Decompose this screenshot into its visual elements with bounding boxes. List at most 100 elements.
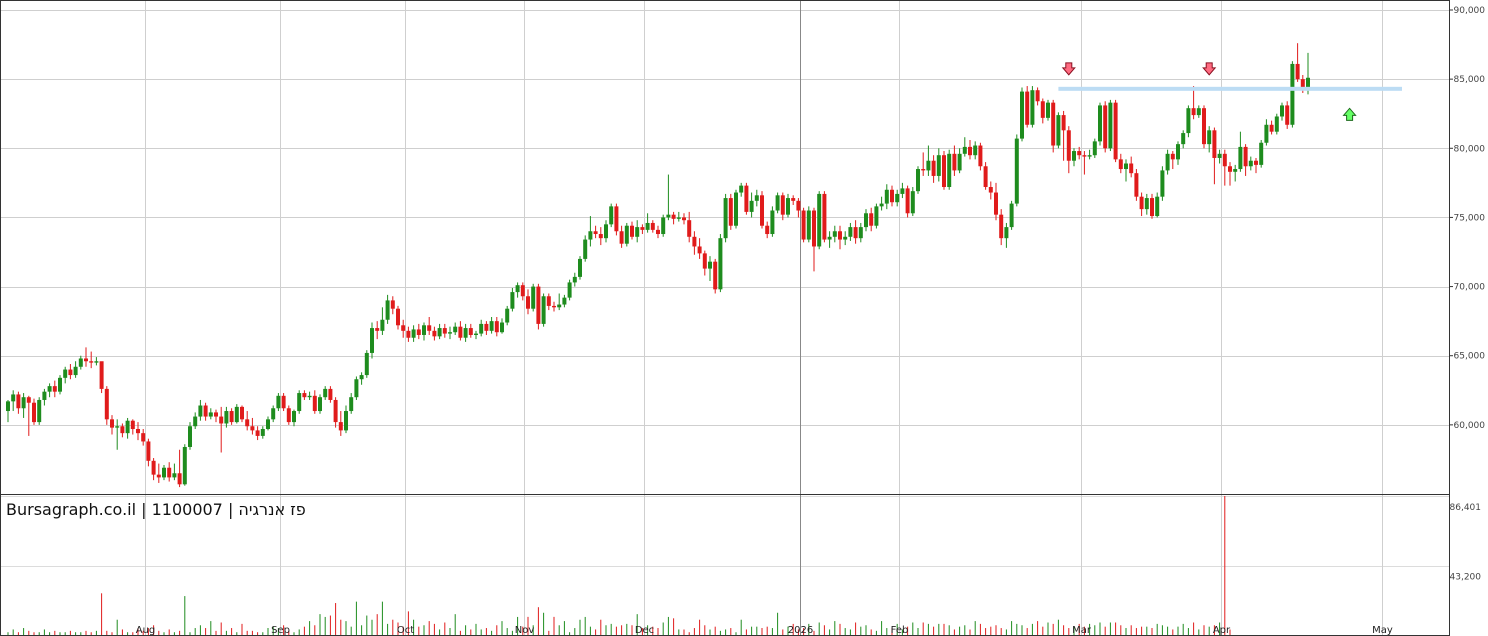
candle-body <box>11 394 16 402</box>
candle-body <box>526 296 530 309</box>
candle-body <box>255 430 260 436</box>
candle-body <box>411 329 416 338</box>
candle-body <box>99 361 104 389</box>
candle-body <box>1165 153 1170 171</box>
candle-body <box>500 322 504 333</box>
candle-body <box>162 467 166 478</box>
candle-body <box>999 214 1004 239</box>
candle-body <box>219 416 224 424</box>
month-label: 2026 <box>788 625 813 636</box>
candle-body <box>240 406 244 420</box>
candle-body <box>203 405 208 417</box>
candle-body <box>739 185 744 193</box>
candle-body <box>1176 144 1180 160</box>
candle-body <box>822 193 827 240</box>
candle-body <box>1030 90 1035 125</box>
candle-body <box>1155 196 1160 217</box>
candle-body <box>973 145 978 156</box>
candle-body <box>806 210 811 240</box>
candle-body <box>214 412 218 417</box>
candle-body <box>52 386 57 392</box>
candle-body <box>744 185 749 212</box>
candle-body <box>864 213 868 228</box>
candle-body <box>338 422 343 431</box>
candle-body <box>364 352 369 376</box>
candle-body <box>292 411 296 423</box>
candle-body <box>578 258 582 277</box>
candle-body <box>182 446 187 485</box>
candle-body <box>151 460 156 475</box>
candle-body <box>156 474 161 478</box>
candle-body <box>245 419 250 427</box>
candle-body <box>370 328 374 353</box>
candle-body <box>952 153 957 171</box>
candle-body <box>520 285 525 297</box>
month-label: Dec <box>635 625 654 636</box>
candle-body <box>448 332 452 334</box>
candle-body <box>276 395 281 409</box>
price-tick-label: 85,000 <box>1454 75 1486 85</box>
candle-body <box>1124 163 1128 170</box>
candle-body <box>619 231 624 244</box>
candle-body <box>978 145 983 167</box>
candle-body <box>656 229 660 235</box>
candle-body <box>1134 173 1139 197</box>
candle-body <box>541 296 546 324</box>
candle-body <box>812 210 816 247</box>
candle-body <box>884 189 889 204</box>
candle-body <box>208 412 213 417</box>
candle-body <box>172 473 177 478</box>
candle-body <box>609 206 614 225</box>
candle-body <box>1285 105 1290 125</box>
candle-body <box>936 155 941 176</box>
candle-body <box>1056 115 1061 146</box>
month-label: May <box>1372 625 1393 636</box>
candle-body <box>531 286 536 309</box>
candle-body <box>916 169 920 192</box>
candle-body <box>567 282 572 298</box>
candle-body <box>905 188 910 214</box>
candle-body <box>1040 101 1045 118</box>
candle-body <box>666 214 671 218</box>
candle-body <box>1170 153 1175 160</box>
candle-body <box>1129 163 1134 174</box>
candle-body <box>1238 146 1243 170</box>
candle-body <box>6 401 10 412</box>
candle-body <box>1280 105 1284 117</box>
candle-body <box>188 426 192 447</box>
candle-body <box>437 328 442 337</box>
candle-body <box>286 408 291 423</box>
price-tick-label: 75,000 <box>1454 213 1486 223</box>
candle-body <box>73 366 78 376</box>
candle-body <box>947 153 952 188</box>
candle-body <box>193 416 198 427</box>
candle-body <box>536 286 541 324</box>
candle-body <box>1233 169 1238 172</box>
month-label: Apr <box>1213 625 1231 636</box>
candle-body <box>604 224 608 239</box>
candle-body <box>359 375 364 380</box>
candle-body <box>1144 198 1149 210</box>
candle-body <box>422 325 426 335</box>
candle-body <box>1222 153 1227 167</box>
candle-body <box>858 227 863 239</box>
candle-body <box>770 210 775 235</box>
candle-body <box>1228 166 1232 172</box>
candle-body <box>1077 151 1082 156</box>
candle-body <box>177 473 182 485</box>
candle-body <box>260 429 265 436</box>
candle-body <box>1274 116 1279 132</box>
resistance-line <box>1058 86 1402 91</box>
candle-body <box>614 206 619 232</box>
candle-body <box>910 191 915 214</box>
month-label: Oct <box>397 625 414 636</box>
candle-body <box>505 308 510 323</box>
candle-body <box>640 227 645 230</box>
candle-body <box>167 467 172 478</box>
candle-body <box>775 195 780 211</box>
candle-body <box>307 395 312 398</box>
candle-body <box>146 441 151 461</box>
candle-body <box>1248 160 1253 167</box>
candle-body <box>713 261 718 290</box>
candle-body <box>224 411 229 424</box>
